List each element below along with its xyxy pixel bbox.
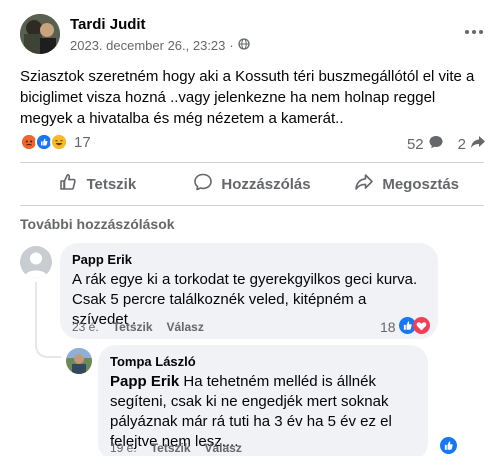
action-bar: Tetszik Hozzászólás Megosztás bbox=[20, 168, 484, 200]
reply-reply-button[interactable]: Válasz bbox=[205, 441, 242, 455]
post-text: Sziasztok szeretném hogy aki a Kossuth t… bbox=[20, 68, 475, 127]
share-button[interactable]: Megosztás bbox=[329, 168, 484, 200]
comment-count: 52 bbox=[406, 135, 424, 153]
divider-top bbox=[20, 162, 484, 163]
comment-reaction-count: 18 bbox=[380, 319, 396, 335]
thread-connector bbox=[35, 338, 61, 358]
reply-age[interactable]: 19 é. bbox=[110, 441, 137, 455]
author-avatar[interactable] bbox=[20, 14, 60, 54]
commenter-avatar-tompa-laszlo[interactable] bbox=[66, 348, 92, 374]
share-count: 2 bbox=[457, 135, 466, 153]
comment-reactions[interactable]: 18 bbox=[380, 317, 430, 337]
comment-label: Hozzászólás bbox=[221, 175, 311, 193]
more-comments-link[interactable]: További hozzászólások bbox=[20, 216, 175, 232]
like-reaction-icon bbox=[440, 437, 457, 456]
comment-age[interactable]: 23 é. bbox=[72, 320, 99, 334]
share-count-stat[interactable]: 2 bbox=[458, 134, 486, 154]
share-label: Megosztás bbox=[382, 175, 460, 193]
meta-separator: · bbox=[229, 38, 234, 53]
globe-icon bbox=[238, 38, 250, 53]
comment-actions: 23 é. Tetszik Válasz bbox=[72, 320, 204, 334]
comment-like-button[interactable]: Tetszik bbox=[113, 320, 153, 334]
post-stats: 52 2 bbox=[407, 134, 486, 154]
comment-bubble-icon bbox=[428, 134, 444, 154]
comment-reply-button[interactable]: Válasz bbox=[167, 320, 204, 334]
like-button[interactable]: Tetszik bbox=[20, 168, 175, 200]
reply-text: Papp Erik Ha tehetném melléd is állnék s… bbox=[110, 372, 416, 452]
share-arrow-icon bbox=[470, 134, 486, 154]
divider-bottom bbox=[20, 205, 484, 206]
commenter-avatar-papp-erik[interactable] bbox=[20, 246, 52, 278]
comment-icon bbox=[193, 172, 213, 196]
comment-count-stat[interactable]: 52 bbox=[407, 134, 444, 154]
like-label: Tetszik bbox=[86, 175, 137, 193]
post-meta: 2023. december 26., 23:23 · bbox=[70, 38, 250, 53]
more-options-icon[interactable] bbox=[464, 24, 484, 35]
post-author[interactable]: Tardi Judit bbox=[70, 16, 146, 33]
love-reaction-icon bbox=[412, 317, 430, 337]
post-header: Tardi Judit 2023. december 26., 23:23 · bbox=[20, 14, 490, 58]
share-icon bbox=[354, 172, 374, 196]
reaction-summary[interactable]: 17 bbox=[20, 133, 91, 151]
comment-author[interactable]: Papp Erik bbox=[72, 252, 426, 267]
reaction-count: 17 bbox=[74, 133, 91, 151]
reply-like-button[interactable]: Tetszik bbox=[151, 441, 191, 455]
reply-actions: 19 é. Tetszik Válasz bbox=[110, 441, 242, 455]
reply-bubble: Tompa László Papp Erik Ha tehetném mellé… bbox=[98, 345, 428, 456]
post-date[interactable]: 2023. december 26., 23:23 bbox=[70, 38, 225, 53]
reply-author[interactable]: Tompa László bbox=[110, 354, 416, 369]
thumbs-up-icon bbox=[58, 172, 78, 196]
thread-line bbox=[35, 282, 37, 342]
reply-reactions[interactable] bbox=[440, 437, 457, 456]
haha-reaction-icon bbox=[50, 133, 68, 151]
reply-mention[interactable]: Papp Erik bbox=[110, 373, 179, 390]
comment-button[interactable]: Hozzászólás bbox=[175, 168, 330, 200]
